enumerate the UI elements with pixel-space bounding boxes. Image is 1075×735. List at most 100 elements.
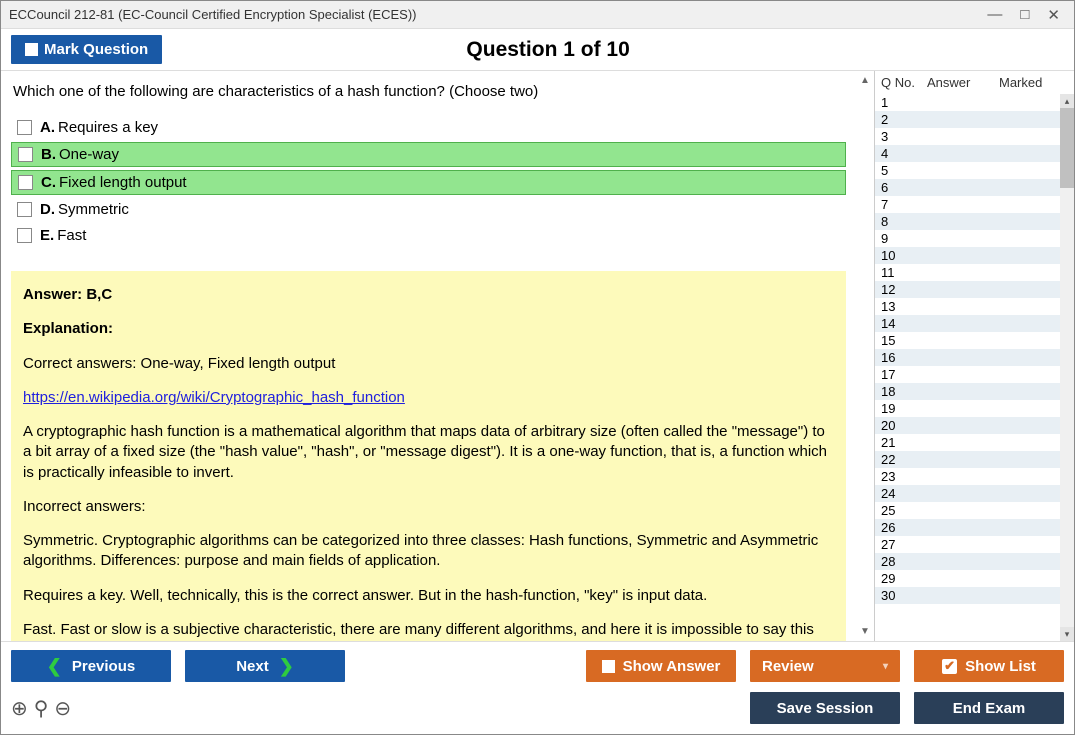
answer-line: Answer: B,C [23,285,834,305]
question-row[interactable]: 30 [875,587,1074,604]
scrollbar-thumb[interactable] [1060,108,1074,188]
save-session-label: Save Session [777,700,874,717]
qno-cell: 19 [881,401,927,416]
question-row[interactable]: 23 [875,468,1074,485]
minimize-icon[interactable]: — [987,6,1002,24]
chevron-down-icon: ▾ [883,661,888,672]
checkbox-icon [18,147,33,162]
question-row[interactable]: 18 [875,383,1074,400]
question-list-pane: Q No. Answer Marked 12345678910111213141… [874,71,1074,641]
mark-question-button[interactable]: Mark Question [11,35,162,64]
option-E[interactable]: E.Fast [11,224,846,247]
qno-cell: 12 [881,282,927,297]
question-row[interactable]: 29 [875,570,1074,587]
option-D[interactable]: D.Symmetric [11,198,846,221]
question-row[interactable]: 3 [875,128,1074,145]
question-row[interactable]: 6 [875,179,1074,196]
correct-answers-line: Correct answers: One-way, Fixed length o… [23,354,834,374]
end-exam-button[interactable]: End Exam [914,692,1064,724]
question-row[interactable]: 28 [875,553,1074,570]
question-pane[interactable]: Which one of the following are character… [1,71,856,641]
option-B[interactable]: B.One-way [11,142,846,167]
question-row[interactable]: 16 [875,349,1074,366]
review-label: Review [762,658,814,675]
scrollbar-track[interactable]: ▴ ▾ [1060,94,1074,641]
scroll-up-icon[interactable]: ▴ [1060,94,1074,108]
reference-link[interactable]: https://en.wikipedia.org/wiki/Cryptograp… [23,389,405,406]
question-row[interactable]: 5 [875,162,1074,179]
answer-explanation: Answer: B,C Explanation: Correct answers… [11,271,846,641]
question-row[interactable]: 4 [875,145,1074,162]
close-icon[interactable]: ✕ [1047,6,1060,24]
question-row[interactable]: 19 [875,400,1074,417]
incorrect-heading: Incorrect answers: [23,497,834,517]
question-row[interactable]: 8 [875,213,1074,230]
question-row[interactable]: 7 [875,196,1074,213]
show-answer-button[interactable]: Show Answer [586,650,736,682]
checkbox-icon [17,202,32,217]
zoom-reset-icon[interactable]: ⚲ [34,696,49,721]
option-A[interactable]: A.Requires a key [11,116,846,139]
previous-label: Previous [72,658,135,675]
question-row[interactable]: 9 [875,230,1074,247]
next-button[interactable]: Next ❯ [185,650,345,682]
question-row[interactable]: 12 [875,281,1074,298]
qno-cell: 4 [881,146,927,161]
qno-cell: 9 [881,231,927,246]
show-list-button[interactable]: ✔ Show List [914,650,1064,682]
qno-cell: 10 [881,248,927,263]
col-marked: Marked [999,75,1068,90]
col-answer: Answer [927,75,999,90]
qno-cell: 7 [881,197,927,212]
option-text: Requires a key [58,119,158,136]
question-row[interactable]: 26 [875,519,1074,536]
scroll-down-icon[interactable]: ▾ [1060,627,1074,641]
previous-button[interactable]: ❮ Previous [11,650,171,682]
window-title: ECCouncil 212-81 (EC-Council Certified E… [9,7,987,22]
qno-cell: 23 [881,469,927,484]
scroll-down-icon[interactable]: ▼ [860,626,870,637]
explanation-para-3: Requires a key. Well, technically, this … [23,586,834,606]
question-row[interactable]: 1 [875,94,1074,111]
question-row[interactable]: 15 [875,332,1074,349]
question-row[interactable]: 25 [875,502,1074,519]
question-list[interactable]: 1234567891011121314151617181920212223242… [875,94,1074,641]
qno-cell: 24 [881,486,927,501]
question-row[interactable]: 2 [875,111,1074,128]
checkbox-icon [25,43,38,56]
question-row[interactable]: 24 [875,485,1074,502]
titlebar: ECCouncil 212-81 (EC-Council Certified E… [1,1,1074,29]
option-letter: E. [40,227,54,244]
option-C[interactable]: C.Fixed length output [11,170,846,195]
chevron-left-icon: ❮ [47,656,62,677]
scroll-up-icon[interactable]: ▲ [860,75,870,86]
show-answer-label: Show Answer [623,658,721,675]
zoom-in-icon[interactable]: ⊕ [11,696,28,721]
option-letter: C. [41,174,56,191]
col-qno: Q No. [881,75,927,90]
checkbox-icon [17,120,32,135]
question-row[interactable]: 21 [875,434,1074,451]
question-row[interactable]: 10 [875,247,1074,264]
review-dropdown[interactable]: Review ▾ [750,650,900,682]
question-text: Which one of the following are character… [13,83,846,100]
question-row[interactable]: 20 [875,417,1074,434]
checkbox-icon [17,228,32,243]
option-letter: D. [40,201,55,218]
toolbar: Mark Question Question 1 of 10 [1,29,1074,70]
question-row[interactable]: 13 [875,298,1074,315]
zoom-out-icon[interactable]: ⊖ [54,696,71,721]
explanation-para-2: Symmetric. Cryptographic algorithms can … [23,531,834,572]
qno-cell: 6 [881,180,927,195]
question-row[interactable]: 11 [875,264,1074,281]
qno-cell: 8 [881,214,927,229]
maximize-icon[interactable]: □ [1020,6,1029,24]
qno-cell: 11 [881,265,927,280]
question-row[interactable]: 27 [875,536,1074,553]
qno-cell: 20 [881,418,927,433]
question-row[interactable]: 17 [875,366,1074,383]
save-session-button[interactable]: Save Session [750,692,900,724]
question-row[interactable]: 22 [875,451,1074,468]
qno-cell: 14 [881,316,927,331]
question-row[interactable]: 14 [875,315,1074,332]
